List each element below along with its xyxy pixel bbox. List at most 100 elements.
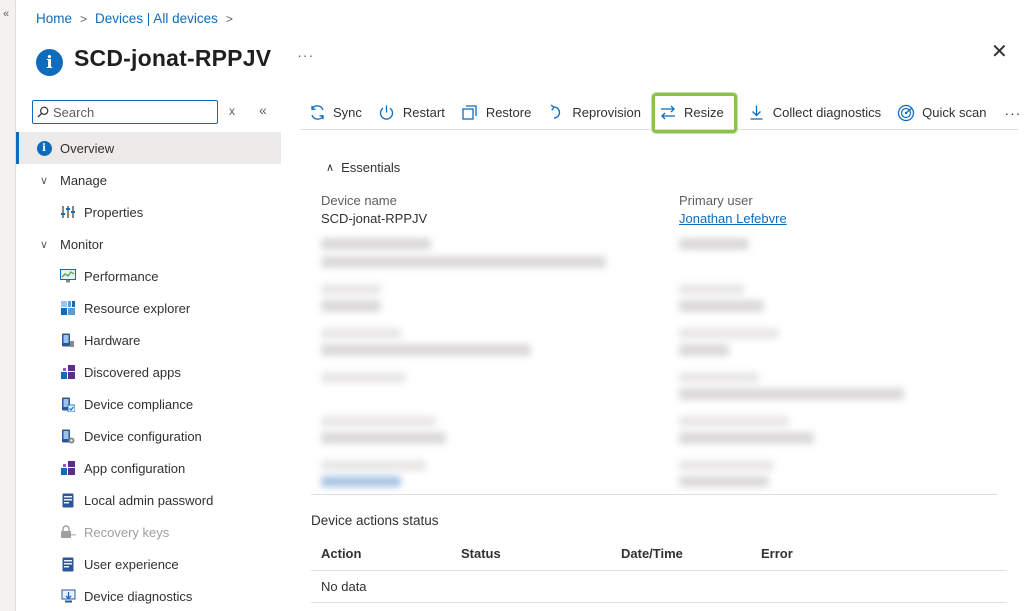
chevron-right-icon: > [80,11,88,26]
clear-search-icon[interactable]: x [229,104,235,118]
redacted-field [679,388,904,400]
redacted-field [679,432,814,444]
command-bar: Sync Restart Restore Reprovision Resize … [300,92,1021,133]
more-options-icon[interactable]: ··· [297,47,314,63]
sidebar-item-label: Properties [84,204,144,220]
resize-button[interactable]: Resize [652,92,737,133]
sidebar-item-label: Hardware [84,332,141,348]
restore-label: Restore [485,105,532,120]
collect-diagnostics-button[interactable]: Collect diagnostics [740,97,889,129]
search-box[interactable] [32,100,218,124]
sync-icon [308,104,326,122]
no-data-text: No data [321,579,367,594]
resize-arrows-icon [659,104,677,122]
sidebar-group-monitor[interactable]: ∨ Monitor [16,228,281,260]
search-icon [37,106,49,118]
collapse-sidebar-icon[interactable]: « [259,102,267,118]
collect-diagnostics-label: Collect diagnostics [772,105,882,120]
portal-collapse-icon[interactable]: « [0,8,12,20]
lock-key-icon [60,524,76,540]
redacted-field [679,344,729,356]
sidebar-item-label: Device diagnostics [84,588,193,604]
restart-button[interactable]: Restart [370,97,453,129]
sidebar-item-label: Device compliance [84,396,194,412]
scan-icon [897,104,915,122]
power-icon [378,104,396,122]
primary-user-link[interactable]: Jonathan Lefebvre [679,211,787,226]
sidebar-item-label: Overview [60,140,115,156]
sidebar-item-user-experience[interactable]: User experience [16,548,281,580]
device-name-label: Device name [321,193,397,208]
device-compliance-icon [60,396,76,412]
redacted-field [679,416,789,427]
breadcrumb-home[interactable]: Home [36,11,72,26]
app-configuration-icon [60,460,76,476]
sidebar-item-app-configuration[interactable]: App configuration [16,452,281,484]
redacted-field [321,416,436,427]
more-commands-icon[interactable]: ··· [1004,105,1021,121]
sidebar-item-label: Recovery keys [84,524,170,540]
redacted-field [679,284,744,295]
redacted-field [679,328,779,339]
sidebar-item-label: App configuration [84,460,186,476]
sidebar-item-overview[interactable]: i Overview [16,132,281,164]
sidebar-item-recovery-keys[interactable]: Recovery keys [16,516,281,548]
redacted-field [321,344,531,356]
table-row: No data [311,571,1007,603]
redacted-field [321,300,381,312]
undo-icon [547,104,565,122]
performance-icon [60,268,76,284]
sidebar-item-properties[interactable]: Properties [16,196,281,228]
sidebar-item-label: Performance [84,268,159,284]
column-header-datetime[interactable]: Date/Time [621,546,683,561]
sync-button[interactable]: Sync [300,97,370,129]
sidebar-group-manage[interactable]: ∨ Manage [16,164,281,196]
restart-label: Restart [402,105,445,120]
hardware-icon [60,332,76,348]
essentials-toggle[interactable]: ∧ Essentials [326,160,400,175]
column-header-status[interactable]: Status [461,546,501,561]
sidebar-item-label: Monitor [60,236,104,252]
sidebar-item-local-admin-password[interactable]: Local admin password [16,484,281,516]
sidebar-item-device-diagnostics[interactable]: Device diagnostics [16,580,281,611]
column-header-error[interactable]: Error [761,546,793,561]
local-admin-password-icon [60,492,76,508]
breadcrumb-devices[interactable]: Devices | All devices [95,11,218,26]
info-icon: i [36,140,52,156]
device-name-value: SCD-jonat-RPPJV [321,211,428,226]
sidebar-item-resource-explorer[interactable]: Resource explorer [16,292,281,324]
breadcrumb: Home > Devices | All devices > [36,11,233,26]
redacted-field [321,460,426,471]
table-header-row: Action Status Date/Time Error [311,537,1007,571]
properties-icon [60,204,76,220]
portal-left-strip: « [0,0,16,611]
page-title: SCD-jonat-RPPJV [74,44,272,71]
redacted-field [679,300,764,312]
close-icon[interactable]: ✕ [991,42,1008,62]
reprovision-label: Reprovision [572,105,641,120]
chevron-down-icon: ∨ [39,174,49,187]
sidebar-item-discovered-apps[interactable]: Discovered apps [16,356,281,388]
essentials-label: Essentials [341,160,401,175]
info-icon: i [36,49,63,76]
sidebar-item-device-compliance[interactable]: Device compliance [16,388,281,420]
quick-scan-label: Quick scan [922,105,987,120]
discovered-apps-icon [60,364,76,380]
search-input[interactable] [53,104,203,120]
sidebar-item-performance[interactable]: Performance [16,260,281,292]
redacted-field [321,372,406,383]
sidebar-item-label: Device configuration [84,428,202,444]
restore-button[interactable]: Restore [453,97,540,129]
column-header-action[interactable]: Action [321,546,361,561]
device-actions-table: Action Status Date/Time Error No data [311,537,1007,603]
user-experience-icon [60,556,76,572]
reprovision-button[interactable]: Reprovision [539,97,649,129]
quick-scan-button[interactable]: Quick scan [889,97,994,129]
sidebar-item-device-configuration[interactable]: Device configuration [16,420,281,452]
redacted-field [321,284,381,295]
device-actions-status-title: Device actions status [311,513,439,528]
sidebar-item-hardware[interactable]: Hardware [16,324,281,356]
chevron-up-icon: ∧ [326,162,335,174]
device-diagnostics-icon [60,588,76,604]
redacted-field [321,432,446,444]
